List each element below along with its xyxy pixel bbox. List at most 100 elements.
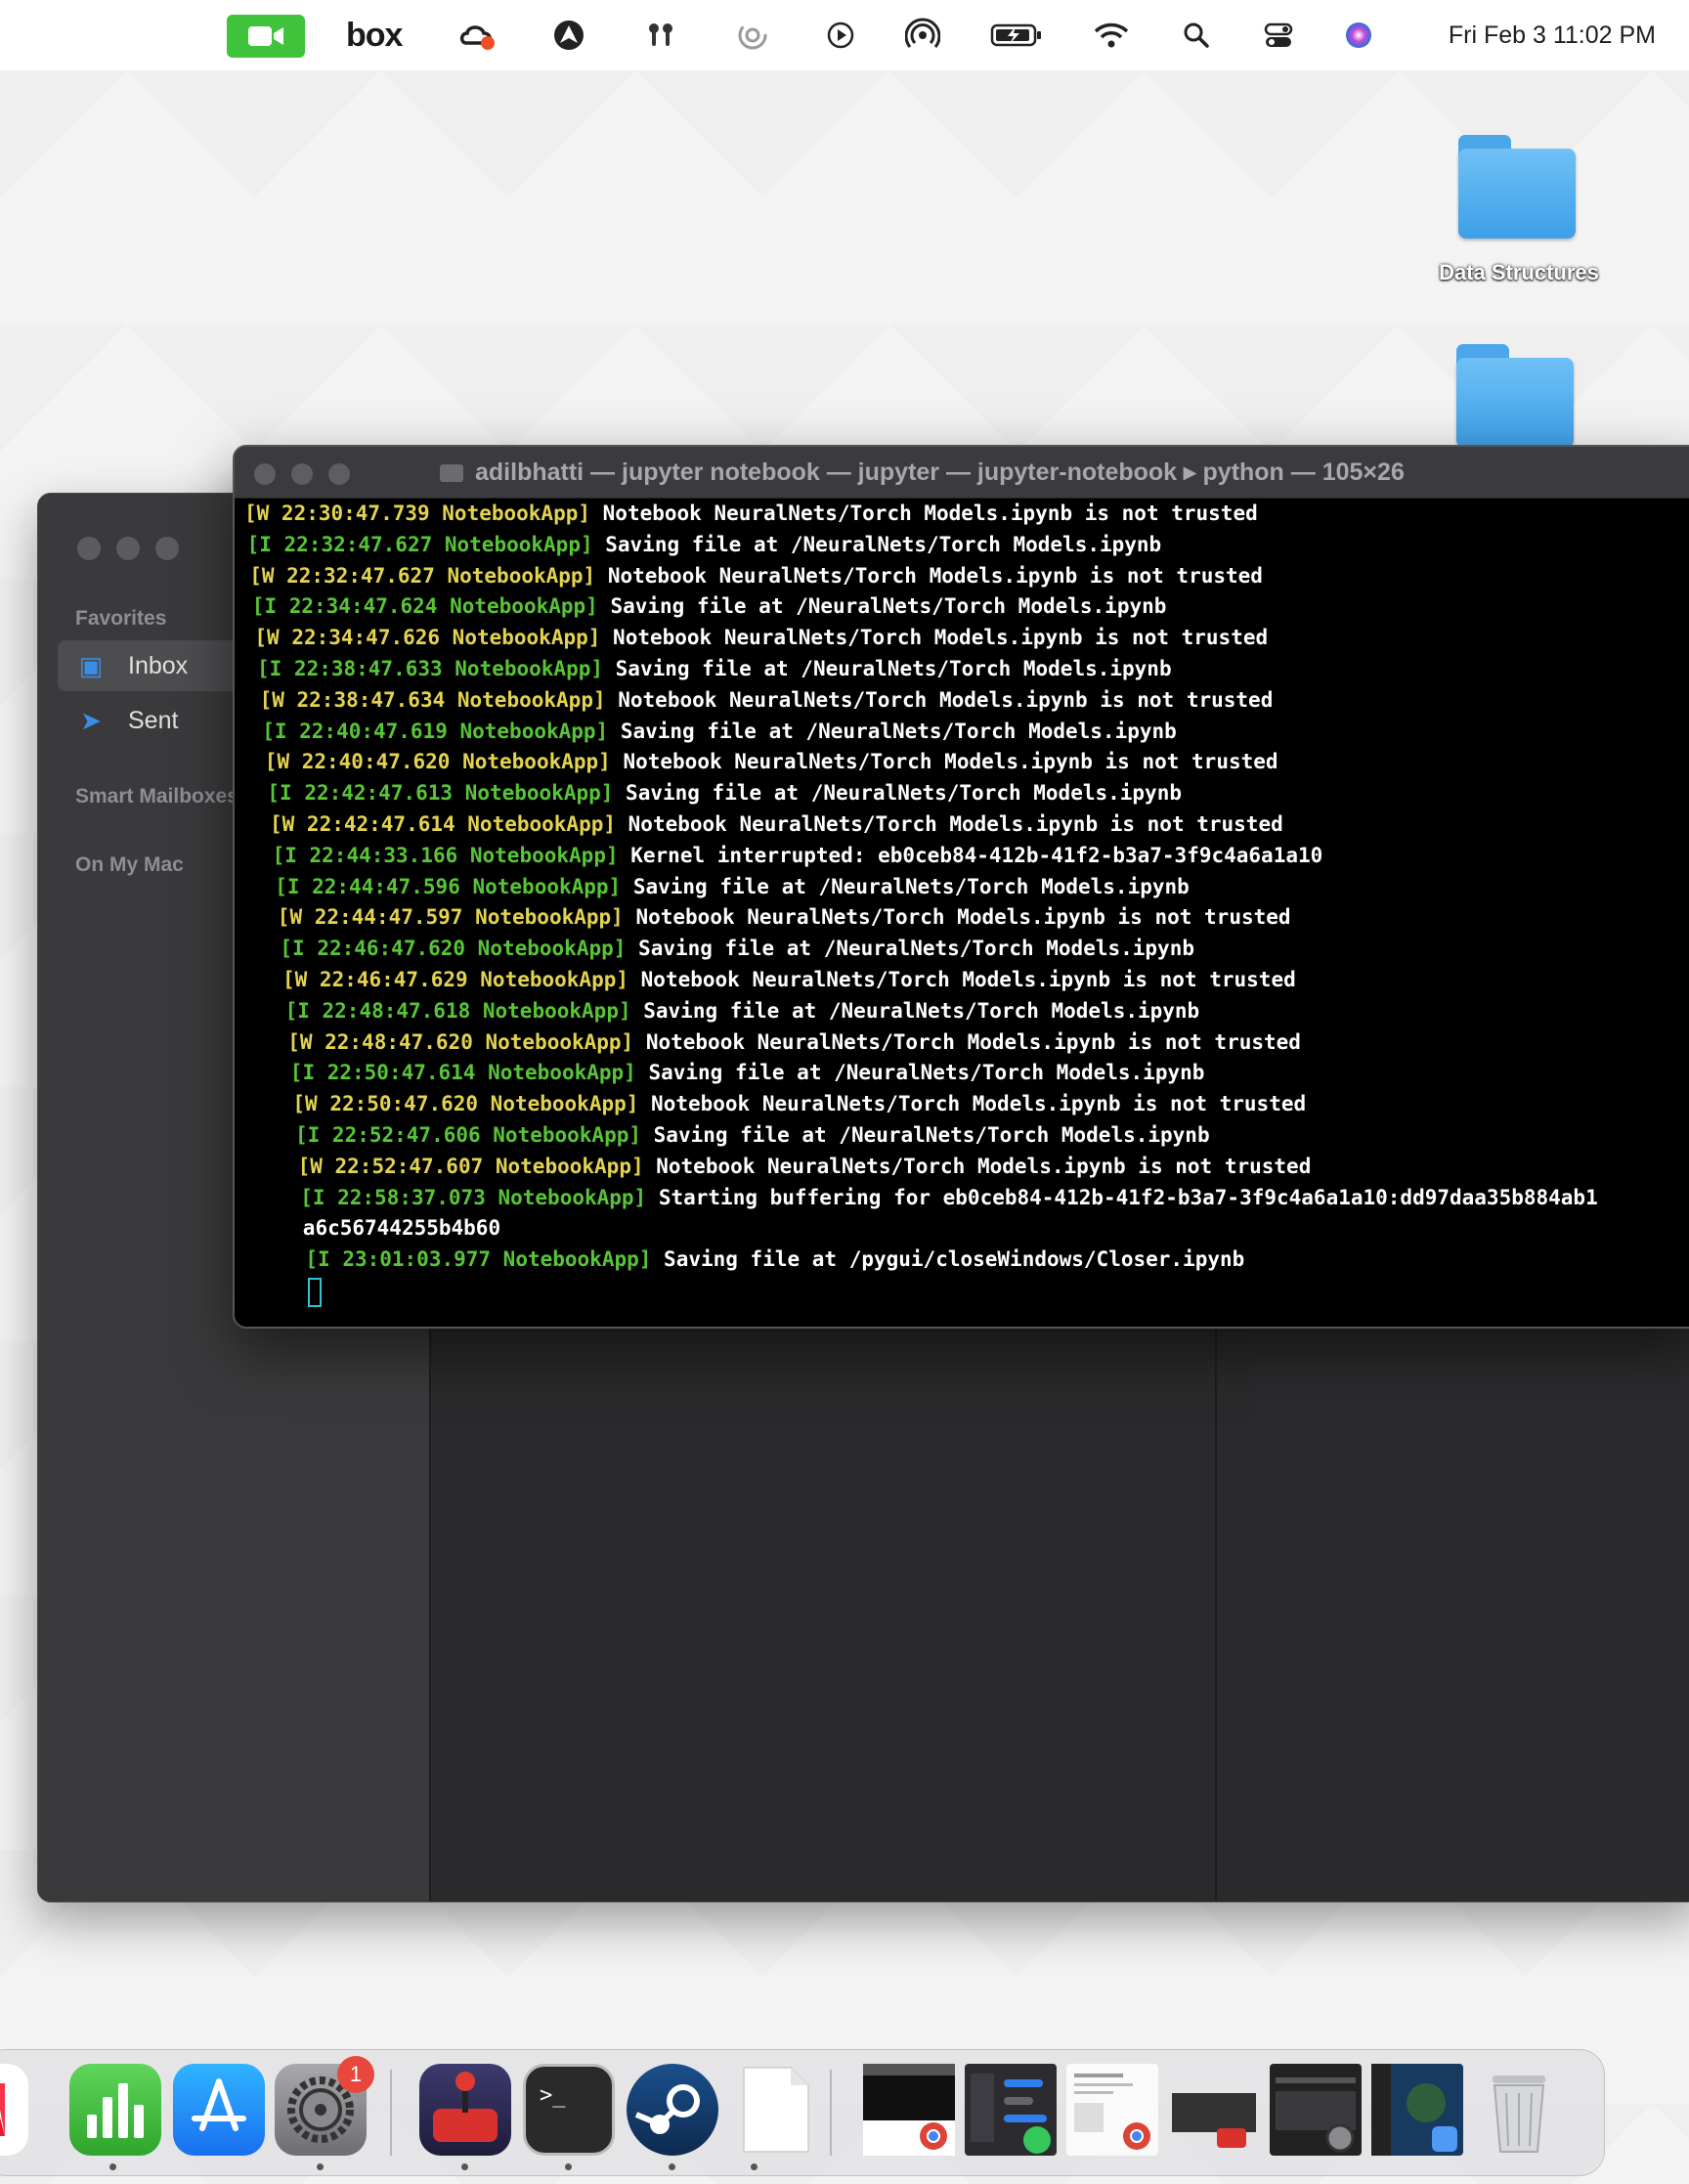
folder-label: Data Structures <box>1439 260 1599 284</box>
terminal-titlebar[interactable]: adilbhatti — jupyter notebook — jupyter … <box>235 447 1689 499</box>
log-line: [W 22:52:47.607 NotebookApp] Notebook Ne… <box>298 1151 1312 1182</box>
log-message: Saving file at /NeuralNets/Torch Models.… <box>621 874 1190 898</box>
log-message: Notebook NeuralNets/Torch Models.ipynb i… <box>638 1092 1307 1116</box>
log-message: Saving file at /NeuralNets/Torch Models.… <box>613 781 1182 806</box>
smart-mailboxes-header[interactable]: Smart Mailboxes <box>75 785 238 808</box>
chrome-window-thumbnail[interactable] <box>863 2064 955 2156</box>
terminal-window[interactable]: adilbhatti — jupyter notebook — jupyter … <box>233 445 1689 1329</box>
log-prefix: [W 22:32:47.627 NotebookApp] <box>249 563 596 588</box>
folder-icon <box>1458 149 1576 239</box>
log-line: [I 22:50:47.614 NotebookApp] Saving file… <box>290 1057 1205 1088</box>
favorites-header: Favorites <box>75 607 167 630</box>
sidebar-item-label: Sent <box>128 706 179 734</box>
tailscale-icon[interactable] <box>547 0 590 70</box>
log-line: [W 22:30:47.739 NotebookApp] Notebook Ne… <box>244 498 1258 529</box>
log-message: Notebook NeuralNets/Torch Models.ipynb i… <box>628 968 1296 991</box>
sleep-icon[interactable] <box>731 0 774 70</box>
play-icon[interactable] <box>819 0 862 70</box>
dock: 1 >_ <box>0 2049 1605 2176</box>
maps-window-thumbnail[interactable] <box>1371 2064 1463 2156</box>
minimize-button[interactable] <box>291 463 313 485</box>
log-prefix: [W 22:46:47.629 NotebookApp] <box>282 968 629 991</box>
terminal-output[interactable]: [W 22:30:47.739 NotebookApp] Notebook Ne… <box>235 498 1689 1327</box>
log-message: Notebook NeuralNets/Torch Models.ipynb i… <box>633 1029 1301 1054</box>
folder-data-structures[interactable]: Data Structures <box>1439 135 1599 284</box>
log-line: [W 22:50:47.620 NotebookApp] Notebook Ne… <box>292 1088 1306 1119</box>
zoom-button[interactable] <box>155 537 179 560</box>
box-icon[interactable]: box <box>346 0 403 70</box>
messages-window-thumbnail[interactable] <box>965 2064 1057 2156</box>
wifi-icon[interactable] <box>1091 0 1132 70</box>
log-line: a6c56744255b4b60 <box>303 1212 500 1244</box>
close-button[interactable] <box>254 463 276 485</box>
log-line: [I 22:48:47.618 NotebookApp] Saving file… <box>285 995 1200 1026</box>
log-line: [I 22:46:47.620 NotebookApp] Saving file… <box>280 933 1194 964</box>
control-center-icon[interactable] <box>1261 0 1296 70</box>
log-prefix: [W 22:48:47.620 NotebookApp] <box>287 1029 634 1054</box>
log-line: [I 22:44:33.166 NotebookApp] Kernel inte… <box>273 840 1323 871</box>
system-settings-icon[interactable]: 1 <box>275 2056 374 2156</box>
trash-icon[interactable] <box>1473 2064 1565 2156</box>
airpods-icon[interactable] <box>639 0 682 70</box>
log-message: Saving file at /pygui/closeWindows/Close… <box>651 1247 1245 1272</box>
folder-unnamed[interactable] <box>1456 344 1578 448</box>
log-line: [W 22:42:47.614 NotebookApp] Notebook Ne… <box>270 808 1283 840</box>
log-message: Notebook NeuralNets/Torch Models.ipynb i… <box>595 563 1263 588</box>
log-line: [W 22:40:47.620 NotebookApp] Notebook Ne… <box>265 746 1278 777</box>
terminal-icon[interactable]: >_ <box>523 2064 615 2156</box>
joystick-window-thumbnail[interactable] <box>1168 2064 1260 2156</box>
log-line: [W 22:38:47.634 NotebookApp] Notebook Ne… <box>260 684 1274 716</box>
minimize-button[interactable] <box>116 537 140 560</box>
log-message: Saving file at /NeuralNets/Torch Models.… <box>630 998 1200 1023</box>
log-line: [W 22:48:47.620 NotebookApp] Notebook Ne… <box>287 1026 1301 1058</box>
log-prefix: [I 22:52:47.606 NotebookApp] <box>295 1123 642 1147</box>
log-message: Saving file at /NeuralNets/Torch Models.… <box>641 1123 1210 1147</box>
running-indicator <box>109 2163 116 2170</box>
inbox-icon: ▣ <box>78 650 104 680</box>
log-prefix: [W 22:50:47.620 NotebookApp] <box>292 1092 639 1116</box>
log-prefix: [I 22:46:47.620 NotebookApp] <box>280 937 627 961</box>
steam-icon[interactable] <box>627 2064 718 2156</box>
clock[interactable]: Fri Feb 3 11:02 PM <box>1449 0 1656 70</box>
log-message: Saving file at /NeuralNets/Torch Models.… <box>592 532 1162 556</box>
news-icon[interactable] <box>0 2064 28 2156</box>
settings-window-thumbnail[interactable] <box>1270 2064 1362 2156</box>
log-line: [W 22:32:47.627 NotebookApp] Notebook Ne… <box>249 560 1263 591</box>
battery-icon[interactable] <box>987 0 1046 70</box>
folder-icon <box>1456 358 1574 448</box>
joystick-app-icon[interactable] <box>419 2064 511 2156</box>
chrome-window-thumbnail-2[interactable] <box>1066 2064 1158 2156</box>
airdrop-icon[interactable] <box>899 0 946 70</box>
paper-plane-icon: ➤ <box>80 705 102 735</box>
log-prefix: [I 22:44:33.166 NotebookApp] <box>272 843 619 867</box>
zoom-button[interactable] <box>328 463 350 485</box>
app-store-icon[interactable] <box>173 2064 265 2156</box>
log-line: [I 22:52:47.606 NotebookApp] Saving file… <box>295 1119 1210 1151</box>
numbers-icon[interactable] <box>69 2064 161 2156</box>
close-button[interactable] <box>77 537 101 560</box>
terminal-title: adilbhatti — jupyter notebook — jupyter … <box>440 447 1405 498</box>
log-message: Starting buffering for eb0ceb84-412b-41f… <box>646 1185 1598 1209</box>
log-prefix: [I 22:34:47.624 NotebookApp] <box>251 594 598 619</box>
document-icon[interactable] <box>730 2064 822 2156</box>
log-prefix: [W 22:38:47.634 NotebookApp] <box>259 687 606 712</box>
log-message: a6c56744255b4b60 <box>302 1216 501 1241</box>
on-my-mac-header[interactable]: On My Mac <box>75 853 184 877</box>
log-message: Notebook NeuralNets/Torch Models.ipynb i… <box>616 812 1283 836</box>
log-line: [I 22:58:37.073 NotebookApp] Starting bu… <box>300 1182 1598 1213</box>
log-line: [I 22:44:47.596 NotebookApp] Saving file… <box>275 871 1190 902</box>
log-message: Notebook NeuralNets/Torch Models.ipynb i… <box>605 687 1274 712</box>
creative-cloud-icon[interactable] <box>454 0 502 70</box>
mail-window-controls <box>77 537 179 560</box>
running-indicator <box>461 2163 468 2170</box>
spotlight-search-icon[interactable] <box>1179 0 1214 70</box>
log-line: [I 22:40:47.619 NotebookApp] Saving file… <box>262 716 1177 747</box>
log-prefix: [I 22:44:47.596 NotebookApp] <box>275 874 622 898</box>
siri-icon[interactable] <box>1341 0 1376 70</box>
running-indicator <box>751 2163 758 2170</box>
dock-separator <box>830 2070 832 2156</box>
svg-text:>_: >_ <box>540 2083 566 2108</box>
facetime-icon[interactable] <box>227 15 305 58</box>
log-message: Notebook NeuralNets/Torch Models.ipynb i… <box>643 1154 1312 1178</box>
log-message: Saving file at /NeuralNets/Torch Models.… <box>626 937 1194 961</box>
